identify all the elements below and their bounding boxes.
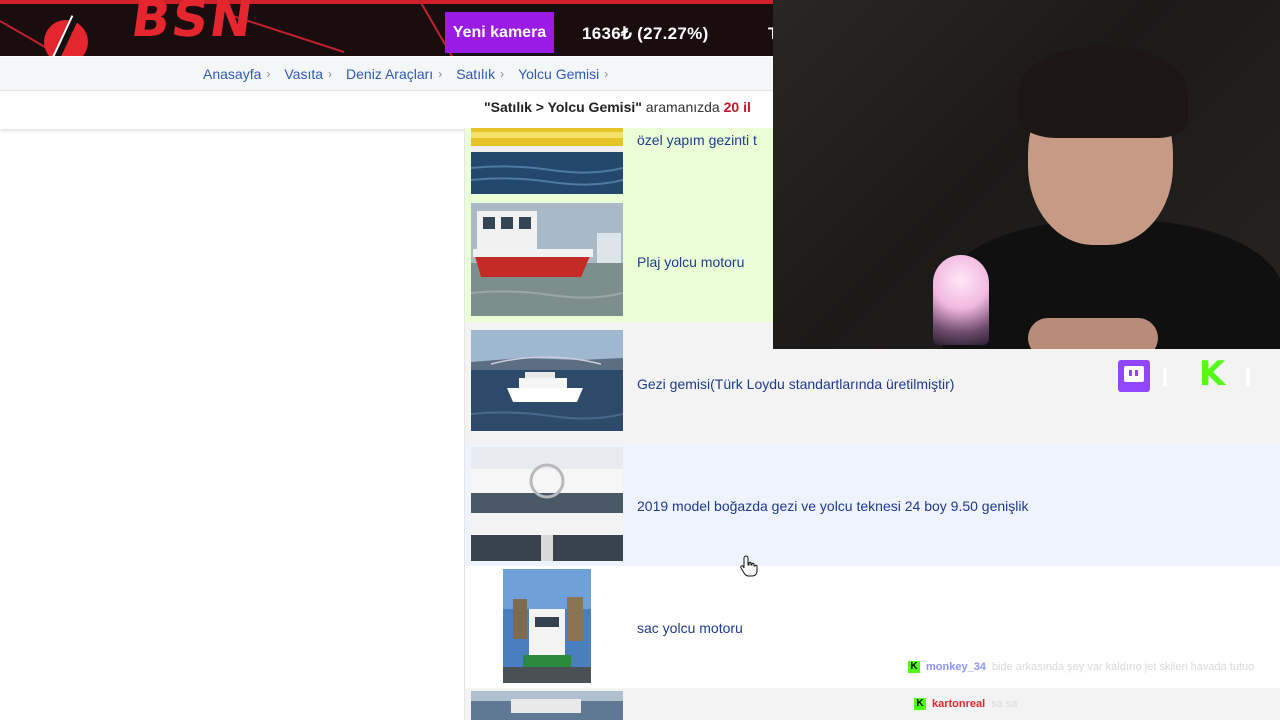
microphone-icon	[933, 255, 989, 345]
listing-thumbnail[interactable]	[471, 447, 623, 561]
channel-logo: BSN	[40, 0, 258, 56]
boat-photo-yacht	[471, 447, 623, 561]
search-result-bar: "Satılık > Yolcu Gemisi" aramanızda 20 i…	[0, 91, 780, 129]
listing-thumbnail[interactable]	[503, 569, 591, 683]
kick-badge-icon: K	[908, 661, 920, 674]
search-result-count: 20 il	[723, 99, 751, 115]
listing-thumbnail[interactable]	[471, 691, 623, 720]
listing-row[interactable]: 2019 model boğazda gezi ve yolcu teknesi…	[465, 444, 1280, 566]
kick-badge-icon: K	[914, 698, 926, 711]
listing-thumbnail[interactable]	[471, 128, 623, 194]
listing-thumbnail[interactable]	[471, 203, 623, 316]
breadcrumb-item-deniz-araclari[interactable]: Deniz Araçları ›	[346, 66, 442, 82]
divider	[1163, 368, 1167, 386]
breadcrumb-item-vasita[interactable]: Vasıta ›	[284, 66, 332, 82]
chat-username: kartonreal	[932, 698, 986, 710]
chevron-right-icon: ›	[328, 67, 333, 81]
chat-username: monkey_34	[926, 661, 986, 673]
chat-message: Kmonkey_34 bide arkasında şey var kaldırı…	[908, 661, 1255, 674]
breadcrumb-item-anasayfa[interactable]: Anasayfa ›	[203, 66, 270, 82]
logo-text: BSN	[127, 0, 259, 48]
kick-icon: K	[1198, 354, 1226, 394]
search-result-text: aramanızda	[641, 99, 724, 115]
boat-photo-red	[471, 203, 623, 316]
webcam-overlay	[773, 0, 1280, 349]
boat-photo-partial	[471, 691, 623, 720]
camera-label-badge: Yeni kamera	[445, 12, 554, 53]
boat-photo-sac	[503, 569, 591, 683]
listing-title[interactable]: özel yapım gezinti t	[637, 132, 757, 148]
listing-title[interactable]: Gezi gemisi(Türk Loydu standartlarında ü…	[637, 376, 954, 392]
chat-message: Kkartonreal sa sa	[914, 698, 1018, 711]
stream-frame: BSN Yeni kamera 1636₺ (27.27%) T Anasayf…	[0, 0, 1280, 720]
price-ticker: 1636₺ (27.27%)	[582, 24, 709, 43]
chevron-right-icon: ›	[604, 67, 609, 81]
streamer-hair	[1018, 46, 1188, 138]
listing-thumbnail[interactable]	[471, 330, 623, 431]
listing-title[interactable]: Plaj yolcu motoru	[637, 254, 744, 270]
divider	[1246, 368, 1250, 386]
chevron-right-icon: ›	[438, 67, 443, 81]
twitch-icon	[1118, 360, 1150, 392]
listing-title[interactable]: 2019 model boğazda gezi ve yolcu teknesi…	[637, 498, 1028, 514]
breadcrumb-item-satilik[interactable]: Satılık ›	[456, 66, 504, 82]
listing-row[interactable]	[465, 688, 1280, 720]
chat-text: bide arkasında şey var kaldırıo jet skil…	[991, 661, 1255, 673]
search-result-summary: "Satılık > Yolcu Gemisi" aramanızda 20 i…	[484, 99, 751, 115]
boat-photo-yellow	[471, 128, 623, 194]
breadcrumb: Anasayfa › Vasıta › Deniz Araçları › Satılı…	[0, 57, 780, 91]
chevron-right-icon: ›	[266, 67, 271, 81]
boat-photo-ferry	[471, 330, 623, 431]
search-query: "Satılık > Yolcu Gemisi"	[484, 99, 642, 115]
hand-cursor-icon	[740, 555, 758, 577]
streamer-hand	[1028, 318, 1158, 349]
chat-text: sa sa	[991, 698, 1018, 710]
chevron-right-icon: ›	[500, 67, 505, 81]
listing-title[interactable]: sac yolcu motoru	[637, 620, 743, 636]
breadcrumb-item-yolcu-gemisi[interactable]: Yolcu Gemisi ›	[518, 66, 608, 82]
